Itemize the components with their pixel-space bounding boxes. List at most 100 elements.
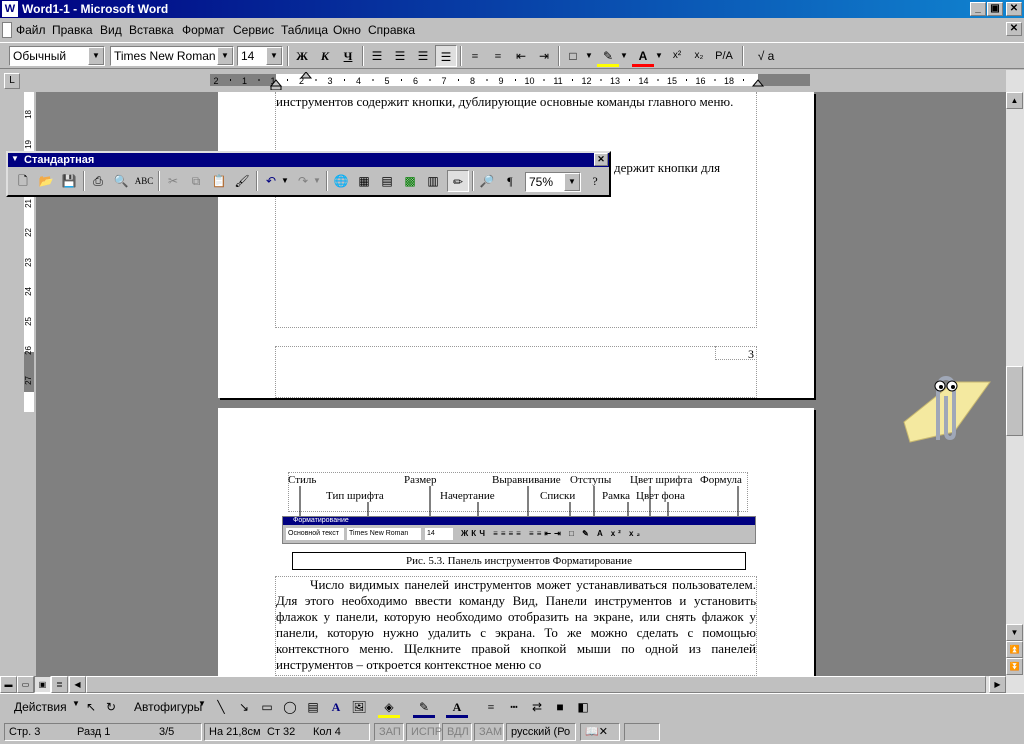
vertical-scrollbar[interactable]: ▲ ▼ ⏫ ⏬ <box>1006 70 1024 676</box>
select-pointer-icon[interactable]: ↖ <box>80 696 102 718</box>
font-combo[interactable]: Times New Roman ▼ <box>110 46 234 66</box>
chevron-down-icon[interactable]: ▼ <box>584 45 594 67</box>
align-right-icon[interactable]: ☰ <box>412 45 434 67</box>
status-rec[interactable]: ЗАП <box>374 723 404 741</box>
chevron-down-icon[interactable]: ▼ <box>619 45 629 67</box>
print-icon[interactable]: ⎙ <box>87 170 109 192</box>
format-painter-icon[interactable]: 🖌 <box>231 170 253 192</box>
align-left-icon[interactable]: ☰ <box>366 45 388 67</box>
help-icon[interactable]: ? <box>584 170 606 192</box>
horizontal-ruler[interactable]: L 2 1 1 2 3 4 5 6 7 8 9 10 11 12 13 14 15 16 18 <box>0 70 1006 92</box>
standard-toolbar-title[interactable]: Стандартная <box>8 153 609 167</box>
align-center-icon[interactable]: ☰ <box>389 45 411 67</box>
wordart-icon[interactable]: A <box>325 696 347 718</box>
ruler-scale[interactable]: 2 1 1 2 3 4 5 6 7 8 9 10 11 12 13 14 15 16 18 <box>210 72 810 90</box>
pa-button[interactable]: P/A <box>710 45 738 67</box>
menu-view[interactable]: Вид <box>100 23 122 37</box>
chevron-down-icon[interactable]: ▼ <box>72 699 80 708</box>
menu-tools[interactable]: Сервис <box>233 23 274 37</box>
chevron-down-icon[interactable]: ▼ <box>654 45 664 67</box>
numbered-list-icon[interactable]: ≡ <box>464 45 486 67</box>
subscript-button[interactable]: x₂ <box>688 45 710 67</box>
undo-icon[interactable]: ↶ <box>260 170 282 192</box>
open-folder-icon[interactable]: 📂 <box>35 170 57 192</box>
outline-view-icon[interactable]: ≣ <box>51 676 68 693</box>
fill-color-icon[interactable]: ◈ <box>378 696 400 718</box>
highlight-icon[interactable]: ✎ <box>597 45 619 67</box>
dash-style-icon[interactable]: ┅ <box>503 696 525 718</box>
new-document-icon[interactable]: 🗋 <box>12 170 34 192</box>
line-icon[interactable]: ╲ <box>210 696 232 718</box>
chevron-down-icon[interactable]: ▼ <box>217 47 233 65</box>
minimize-button[interactable]: _ <box>970 2 986 16</box>
chevron-down-icon[interactable]: ▼ <box>564 173 580 191</box>
menu-edit[interactable]: Правка <box>52 23 93 37</box>
zoom-combo[interactable]: 75% ▼ <box>525 172 581 192</box>
scroll-down-icon[interactable]: ▼ <box>1006 624 1023 641</box>
footer-area[interactable] <box>275 346 757 398</box>
toolbar-close-button[interactable]: ✕ <box>594 153 608 166</box>
previous-page-icon[interactable]: ⏫ <box>1006 641 1023 658</box>
chevron-down-icon[interactable]: ▼ <box>280 170 290 192</box>
menu-insert[interactable]: Вставка <box>129 23 174 37</box>
redo-icon[interactable]: ↷ <box>292 170 314 192</box>
save-icon[interactable]: 💾 <box>58 170 80 192</box>
insert-table-icon[interactable]: ▤ <box>376 170 398 192</box>
menu-table[interactable]: Таблица <box>281 23 328 37</box>
free-rotate-icon[interactable]: ↻ <box>100 696 122 718</box>
document-close-button[interactable]: ✕ <box>1006 22 1022 36</box>
spelling-status-icon[interactable]: 📖✕ <box>580 723 620 741</box>
menu-file[interactable]: Файл <box>16 23 46 37</box>
status-language[interactable]: русский (Ро <box>506 723 576 741</box>
superscript-button[interactable]: x² <box>666 45 688 67</box>
scroll-left-icon[interactable]: ◀ <box>69 676 86 693</box>
actions-menu[interactable]: Действия <box>14 700 67 714</box>
italic-button[interactable]: К <box>314 45 336 67</box>
3d-icon[interactable]: ◧ <box>572 696 594 718</box>
chevron-down-icon[interactable]: ▼ <box>198 699 206 708</box>
arrow-icon[interactable]: ↘ <box>233 696 255 718</box>
menu-help[interactable]: Справка <box>368 23 415 37</box>
drawing-icon[interactable]: ✏ <box>447 170 469 192</box>
document-icon[interactable] <box>2 22 12 38</box>
page-2[interactable]: Стиль Размер Выравнивание Отступы Цвет ш… <box>218 408 814 676</box>
scroll-right-icon[interactable]: ▶ <box>989 676 1006 693</box>
page-1[interactable]: инструментов содержит кнопки, дублирующи… <box>218 92 814 398</box>
font-color-icon[interactable]: A <box>446 696 468 718</box>
restore-button[interactable]: ▣ <box>987 2 1003 16</box>
hyperlink-icon[interactable]: 🌐 <box>330 170 352 192</box>
scroll-thumb[interactable] <box>1006 366 1023 436</box>
paste-icon[interactable]: 📋 <box>208 170 230 192</box>
status-ovr[interactable]: ЗАМ <box>474 723 504 741</box>
arrow-style-icon[interactable]: ⇄ <box>526 696 548 718</box>
autoshapes-menu[interactable]: Автофигуры <box>134 700 202 714</box>
text-box-icon[interactable]: ▤ <box>302 696 324 718</box>
next-page-icon[interactable]: ⏬ <box>1006 658 1023 675</box>
borders-icon[interactable]: □ <box>562 45 584 67</box>
scroll-up-icon[interactable]: ▲ <box>1006 92 1023 109</box>
underline-button[interactable]: Ч <box>337 45 359 67</box>
office-assistant-clippy-icon[interactable] <box>894 362 994 448</box>
cut-icon[interactable]: ✂ <box>162 170 184 192</box>
toolbar-menu-icon[interactable]: ▼ <box>11 154 19 163</box>
line-color-icon[interactable]: ✎ <box>413 696 435 718</box>
tab-selector-icon[interactable]: L <box>4 73 20 89</box>
show-hide-icon[interactable]: ¶ <box>499 170 521 192</box>
standard-toolbar[interactable]: Стандартная ▼ ✕ 🗋 📂 💾 ⎙ 🔍 ABC ✂ ⧉ 📋 🖌 ↶ … <box>6 151 611 197</box>
shadow-icon[interactable]: ■ <box>549 696 571 718</box>
web-layout-icon[interactable]: ▭ <box>17 676 34 693</box>
normal-view-icon[interactable]: ▬ <box>0 676 17 693</box>
menu-format[interactable]: Формат <box>182 23 225 37</box>
hscroll-thumb[interactable] <box>86 676 986 693</box>
rectangle-icon[interactable]: ▭ <box>256 696 278 718</box>
line-style-icon[interactable]: ≡ <box>480 696 502 718</box>
tables-borders-icon[interactable]: ▦ <box>353 170 375 192</box>
clipart-icon[interactable]: 🖼 <box>348 696 370 718</box>
justify-icon[interactable]: ☰ <box>435 45 457 67</box>
font-color-icon[interactable]: A <box>632 45 654 67</box>
copy-icon[interactable]: ⧉ <box>185 170 207 192</box>
document-map-icon[interactable]: 🔎 <box>476 170 498 192</box>
menu-window[interactable]: Окно <box>333 23 361 37</box>
chevron-down-icon[interactable]: ▼ <box>88 47 104 65</box>
print-layout-icon[interactable]: ▣ <box>34 676 51 693</box>
